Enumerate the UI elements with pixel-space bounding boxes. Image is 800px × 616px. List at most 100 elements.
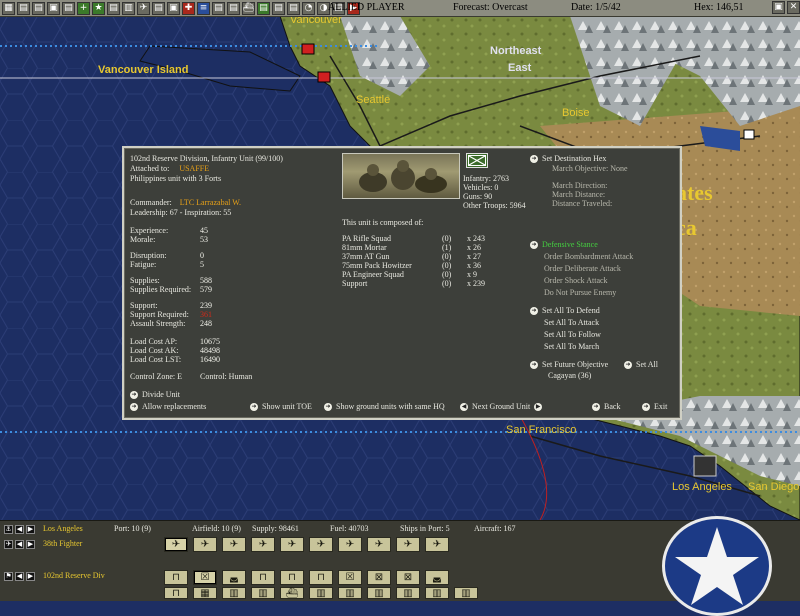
report-icon[interactable]: ▤ (257, 1, 270, 15)
arrow-left-icon[interactable]: ◀ (15, 539, 24, 549)
shock-attack-button[interactable]: Order Shock Attack (544, 276, 608, 286)
map-label-boise: Boise (562, 107, 590, 119)
report-icon[interactable]: ▤ (17, 1, 30, 15)
ground-unit-slot[interactable]: ☒ (338, 570, 362, 585)
report-icon[interactable]: ▤ (152, 1, 165, 15)
show-toe-label: Show unit TOE (262, 402, 312, 411)
report-icon[interactable]: ▤ (227, 1, 240, 15)
map-label-san-diego: San Diego (748, 481, 800, 493)
base-name[interactable]: Los Angeles (43, 524, 83, 533)
ground-unit-slot[interactable]: ▥ (251, 587, 275, 599)
stat-value: 16490 (200, 355, 220, 364)
ground-unit-slot[interactable]: ⊓ (164, 587, 188, 599)
report-icon[interactable]: ▣ (167, 1, 180, 15)
stat-label: Morale: (130, 235, 156, 244)
do-not-pursue-button[interactable]: Do Not Pursue Enemy (544, 288, 616, 298)
close-icon[interactable]: ✕ (787, 1, 800, 14)
next-ground-unit-button[interactable]: ◀ Next Ground Unit ▶ (460, 402, 546, 412)
ground-unit-slot[interactable]: ▥ (222, 587, 246, 599)
ground-unit-slot[interactable]: ⊠ (367, 570, 391, 585)
defensive-stance-button[interactable]: ➜ Defensive Stance (530, 240, 598, 250)
show-same-hq-button[interactable]: ➜ Show ground units with same HQ (324, 402, 445, 412)
fuel-amount: Fuel: 40703 (330, 524, 369, 533)
ship-icon[interactable]: ⛴ (242, 1, 255, 15)
air-unit-slot[interactable]: ✈ (309, 537, 333, 552)
divide-unit-button[interactable]: ➜ Divide Unit (130, 390, 180, 400)
arrow-right-icon[interactable]: ▶ (26, 524, 35, 534)
ground-unit-slot[interactable]: ⊓ (164, 570, 188, 585)
set-all-defend-button[interactable]: ➜ Set All To Defend (530, 306, 600, 316)
allow-replacements-button[interactable]: ➜ Allow replacements (130, 402, 206, 412)
anchor-icon[interactable]: ⚓ (4, 524, 13, 534)
report-icon[interactable]: ▣ (47, 1, 60, 15)
air-unit-slot[interactable]: ✈ (425, 537, 449, 552)
air-unit-slot[interactable]: ✈ (251, 537, 275, 552)
air-unit-slot[interactable]: ✈ (338, 537, 362, 552)
show-toe-button[interactable]: ➜ Show unit TOE (250, 402, 312, 412)
commander-link[interactable]: LTC Larrazabal W. (180, 198, 241, 207)
report-icon[interactable]: ▤ (32, 1, 45, 15)
report-icon[interactable]: ▤ (272, 1, 285, 15)
set-all-attack-button[interactable]: Set All To Attack (544, 318, 599, 328)
air-unit-slot[interactable]: ✈ (280, 537, 304, 552)
set-all-follow-button[interactable]: Set All To Follow (544, 330, 601, 340)
report-icon[interactable]: ◔ (302, 1, 315, 15)
air-unit-slot[interactable]: ✈ (164, 537, 188, 552)
air-unit-slot[interactable]: ✈ (193, 537, 217, 552)
ground-unit-slot[interactable]: ▥ (338, 587, 362, 599)
back-button[interactable]: ➜ Back (592, 402, 620, 412)
report-icon[interactable]: ▤ (107, 1, 120, 15)
bombardment-attack-button[interactable]: Order Bombardment Attack (544, 252, 633, 262)
air-unit-slot[interactable]: ✈ (367, 537, 391, 552)
arrow-right-icon[interactable]: ▶ (26, 571, 35, 581)
ground-unit-slot[interactable]: ◛ (222, 570, 246, 585)
set-all-march-button[interactable]: Set All To March (544, 342, 599, 352)
hq-link[interactable]: USAFFE (179, 164, 209, 173)
ground-unit-name[interactable]: 102nd Reserve Div (43, 571, 105, 580)
deliberate-attack-button[interactable]: Order Deliberate Attack (544, 264, 621, 274)
arrow-right-icon[interactable]: ▶ (26, 539, 35, 549)
allied-star-emblem (662, 516, 772, 616)
plane-icon[interactable]: ✈ (4, 539, 13, 549)
air-unit-slot[interactable]: ✈ (396, 537, 420, 552)
attached-to: Attached to: USAFFE (130, 164, 209, 174)
exit-button[interactable]: ➜ Exit (642, 402, 667, 412)
set-destination-button[interactable]: ➜ Set Destination Hex (530, 154, 606, 164)
ground-unit-slot[interactable]: ☒ (193, 570, 217, 585)
air-unit-name[interactable]: 38th Fighter (43, 539, 82, 548)
ground-unit-slot[interactable]: ▥ (309, 587, 333, 599)
report-icon[interactable]: ✈ (137, 1, 150, 15)
ground-unit-slot[interactable]: ▥ (396, 587, 420, 599)
set-all-future-button[interactable]: ➜ Set All (624, 360, 658, 370)
air-unit-slot[interactable]: ✈ (222, 537, 246, 552)
ground-unit-slot[interactable]: ◛ (425, 570, 449, 585)
ground-unit-slot[interactable]: ⊓ (309, 570, 333, 585)
ground-unit-slot[interactable]: ⊓ (280, 570, 304, 585)
flag-icon[interactable]: ⚑ (4, 571, 13, 581)
report-icon[interactable]: ▤ (62, 1, 75, 15)
star-icon[interactable]: ★ (92, 1, 105, 15)
report-icon[interactable]: ▤ (212, 1, 225, 15)
calendar-icon[interactable]: ▦ (2, 1, 15, 15)
plus-icon[interactable]: + (77, 1, 90, 15)
arrow-left-icon[interactable]: ◀ (15, 571, 24, 581)
ground-unit-slot[interactable]: ▥ (454, 587, 478, 599)
arrow-left-icon[interactable]: ◀ (15, 524, 24, 534)
composition-title: This unit is composed of: (342, 218, 424, 227)
control-owner: Control: Human (200, 372, 253, 381)
ground-unit-slot[interactable]: ⛴ (280, 587, 304, 599)
report-icon[interactable]: ≡ (197, 1, 210, 15)
settings-icon[interactable]: ▣ (772, 1, 785, 14)
ground-unit-slot[interactable]: ▥ (367, 587, 391, 599)
set-future-label: Set Future Objective (542, 360, 609, 369)
ground-unit-slot[interactable]: ⊓ (251, 570, 275, 585)
distance-traveled: Distance Traveled: (552, 199, 613, 208)
ground-unit-slot[interactable]: ▥ (425, 587, 449, 599)
report-icon[interactable]: ▤ (287, 1, 300, 15)
set-future-objective-button[interactable]: ➜ Set Future Objective (530, 360, 608, 370)
ground-unit-slot[interactable]: ⊠ (396, 570, 420, 585)
report-icon[interactable]: ✚ (182, 1, 195, 15)
ground-unit-slot[interactable]: ▦ (193, 587, 217, 599)
report-icon[interactable]: ▥ (122, 1, 135, 15)
top-toolbar: ▦ ▤ ▤ ▣ ▤ + ★ ▤ ▥ ✈ ▤ ▣ ✚ ≡ ▤ ▤ ⛴ ▤ ▤ ▤ … (0, 0, 800, 17)
